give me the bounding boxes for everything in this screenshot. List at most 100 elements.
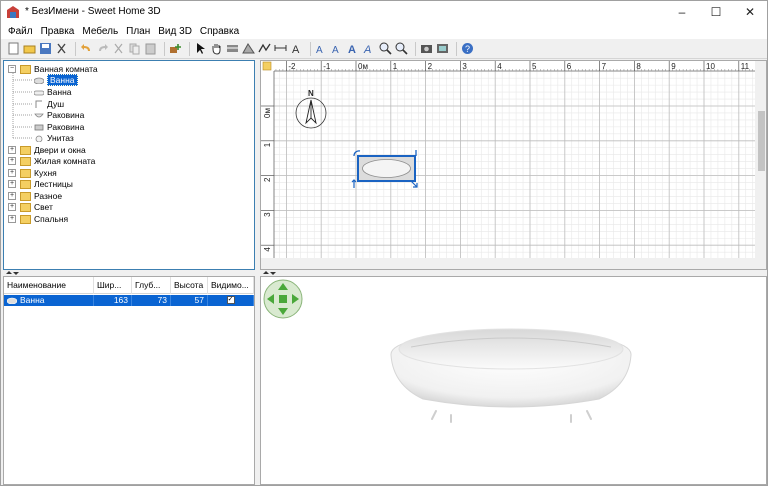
create-photo-icon[interactable] (420, 42, 433, 55)
vertical-ruler (261, 61, 274, 269)
menu-edit[interactable]: Правка (37, 26, 79, 37)
bathtub-icon (7, 297, 17, 304)
create-labels-icon[interactable]: A (290, 42, 303, 55)
menu-plan[interactable]: План (122, 26, 154, 37)
column-header-visible[interactable]: Видимо... (208, 277, 254, 294)
expand-icon[interactable]: + (8, 169, 16, 177)
zoom-out-icon[interactable] (395, 42, 408, 55)
folder-icon (20, 179, 31, 189)
catalog-item-label: Раковина (47, 122, 85, 132)
create-dimensions-icon[interactable] (274, 42, 287, 55)
expand-icon[interactable]: + (8, 192, 16, 200)
ruler-x-label: 9 (671, 62, 676, 71)
maximize-button[interactable]: ☐ (699, 1, 733, 23)
save-icon[interactable] (39, 42, 52, 55)
ruler-x-label: 6 (567, 62, 572, 71)
furniture-catalog-tree[interactable]: − Ванная комната Ванна Ванна Душ Раковин… (3, 60, 255, 270)
zoom-in-icon[interactable] (379, 42, 392, 55)
svg-text:A: A (316, 45, 323, 55)
plan-scroll-thumb (758, 111, 765, 171)
catalog-category-bedroom[interactable]: + Спальня (8, 213, 68, 225)
3d-view[interactable] (260, 276, 767, 485)
create-rooms-icon[interactable] (242, 42, 255, 55)
ruler-y-label: 3 (263, 212, 272, 217)
visible-checkbox[interactable]: ✓ (226, 296, 235, 304)
column-header-width[interactable]: Шир... (94, 277, 132, 294)
catalog-item-label: Ванна (47, 87, 72, 97)
home-furniture-table[interactable]: Наименование Шир... Глуб... Высота Видим… (3, 276, 255, 485)
column-header-height[interactable]: Высота (171, 277, 208, 294)
ruler-x-label: 5 (532, 62, 537, 71)
catalog-category-stairs[interactable]: + Лестницы (8, 178, 73, 190)
3d-canvas[interactable] (261, 277, 767, 485)
catalog-category-label: Кухня (34, 168, 57, 178)
plan-view[interactable]: -2 -1 0м 1 2 3 4 5 6 7 8 9 10 11 0м 1 2 3 4 N (260, 60, 767, 270)
help-icon[interactable]: ? (461, 42, 474, 55)
select-arrow-icon[interactable] (194, 42, 207, 55)
minimize-button[interactable]: – (665, 1, 699, 23)
text-style-icon-1[interactable]: A (315, 42, 328, 55)
undo-icon[interactable] (80, 42, 93, 55)
cut-icon[interactable] (112, 42, 125, 55)
ruler-x-label: 7 (602, 62, 607, 71)
tree-guide-lines (12, 73, 32, 139)
ruler-x-label: 2 (428, 62, 433, 71)
plan-canvas[interactable]: -2 -1 0м 1 2 3 4 5 6 7 8 9 10 11 0м 1 2 3 4 N (261, 61, 767, 270)
svg-text:?: ? (465, 44, 470, 54)
toolbar-separator (456, 41, 457, 56)
catalog-category-lights[interactable]: + Свет (8, 201, 53, 213)
folder-icon (20, 214, 31, 224)
catalog-item-label: Раковина (47, 110, 85, 120)
menu-file[interactable]: Файл (4, 26, 37, 37)
toolbar-separator (415, 41, 416, 56)
pan-hand-icon[interactable] (210, 42, 223, 55)
open-folder-icon[interactable] (23, 42, 36, 55)
toolbar: A A A A A? (1, 39, 767, 59)
catalog-category-living-room[interactable]: + Жилая комната (8, 155, 95, 167)
ruler-x-label: 10 (706, 62, 715, 71)
text-style-icon-4[interactable]: A (363, 42, 376, 55)
window-title: * БезИмени - Sweet Home 3D (25, 6, 161, 17)
ruler-x-label: 11 (741, 62, 750, 71)
create-video-icon[interactable] (436, 42, 449, 55)
ruler-y-label: 4 (263, 247, 272, 252)
toolbar-separator (189, 41, 190, 56)
create-polylines-icon[interactable] (258, 42, 271, 55)
menu-bar: Файл Правка Мебель План Вид 3D Справка (1, 23, 767, 39)
cell-width: 163 (94, 295, 132, 306)
text-style-icon-3[interactable]: A (347, 42, 360, 55)
cell-visible: ✓ (208, 295, 254, 306)
title-bar: * БезИмени - Sweet Home 3D – ☐ ✕ (1, 1, 767, 23)
create-walls-icon[interactable] (226, 42, 239, 55)
expand-icon[interactable]: + (8, 157, 16, 165)
table-row[interactable]: Ванна 163 73 57 ✓ (4, 295, 254, 306)
menu-3d-view[interactable]: Вид 3D (154, 26, 196, 37)
add-furniture-icon[interactable] (169, 42, 182, 55)
level-corner-icon (262, 61, 272, 71)
expand-icon[interactable]: + (8, 180, 16, 188)
expand-icon[interactable]: + (8, 215, 16, 223)
cell-name: Ванна (4, 295, 94, 306)
catalog-category-label: Жилая комната (34, 156, 96, 166)
ruler-x-label: 4 (497, 62, 502, 71)
folder-icon (20, 191, 31, 201)
redo-icon[interactable] (96, 42, 109, 55)
bathtub-3d-model (390, 328, 632, 423)
folder-icon (20, 168, 31, 178)
menu-furniture[interactable]: Мебель (78, 26, 122, 37)
cut-scissors-icon[interactable] (55, 42, 68, 55)
close-button[interactable]: ✕ (733, 1, 767, 23)
menu-help[interactable]: Справка (196, 26, 243, 37)
expand-icon[interactable]: + (8, 203, 16, 211)
copy-icon[interactable] (128, 42, 141, 55)
column-header-depth[interactable]: Глуб... (132, 277, 171, 294)
new-file-icon[interactable] (7, 42, 20, 55)
ruler-y-label: 2 (263, 177, 272, 182)
text-style-icon-2[interactable]: A (331, 42, 344, 55)
ruler-x-label: 0м (358, 62, 368, 71)
paste-icon[interactable] (144, 42, 157, 55)
plan-horizontal-scrollbar (261, 258, 766, 269)
catalog-item-label: Душ (47, 99, 65, 109)
column-header-name[interactable]: Наименование (4, 277, 94, 294)
app-window: * БезИмени - Sweet Home 3D – ☐ ✕ Файл Пр… (0, 0, 768, 486)
